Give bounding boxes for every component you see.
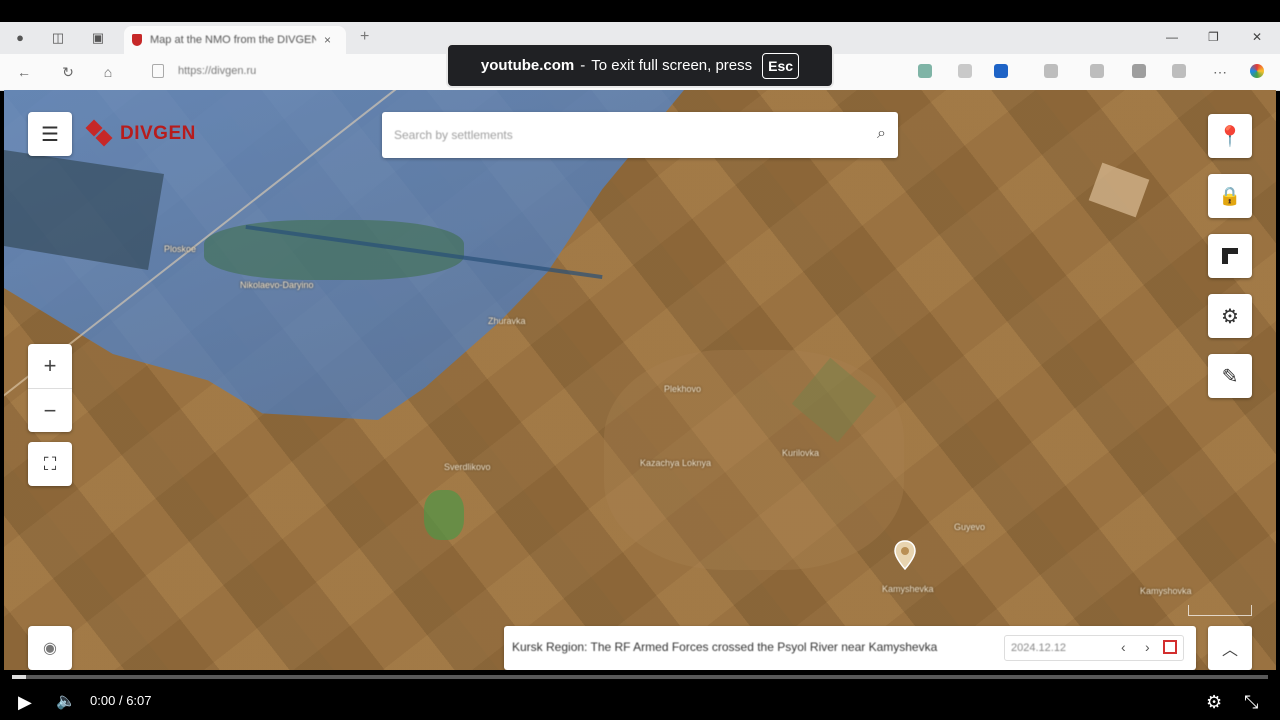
favorite-star-icon[interactable] [994,64,1008,78]
expand-corners-icon: ⛶ [43,453,57,474]
fullscreen-exit-toast: youtube.com - To exit full screen, press… [446,43,834,88]
town-label: Sverdlikovo [444,462,491,472]
new-tab-button[interactable]: + [360,28,369,46]
minimize-button[interactable]: — [1166,30,1178,44]
green-field-patch [424,490,464,540]
settlement-search-box[interactable]: Search by settlements ⌕ [382,112,898,158]
tab-close-button[interactable]: × [324,33,331,47]
time-separator: / [118,693,123,708]
hamburger-icon: ☰ [41,123,59,146]
volume-icon[interactable]: 🔈 [56,692,76,712]
draw-button[interactable]: ✎ [1208,354,1252,398]
time-display: 0:00 / 6:07 [90,693,152,708]
workspaces-icon[interactable]: ◫ [50,30,66,46]
tab-actions-icon[interactable]: ▣ [90,30,106,46]
measure-button[interactable] [1208,234,1252,278]
time-total: 6:07 [126,693,152,708]
town-label: Kurilovka [782,448,820,458]
collections-icon[interactable] [1132,64,1146,78]
toast-domain: youtube.com [480,57,575,74]
town-label: Zhuravka [488,316,526,326]
logo-text: DIVGEN [120,123,196,144]
refresh-icon[interactable]: ↻ [60,64,76,80]
settings-button[interactable]: ⚙ [1208,294,1252,338]
favorites-icon[interactable] [1090,64,1104,78]
town-label: Plekhovo [664,384,702,394]
zoom-control: + − [28,344,72,432]
map-scale-bar [1188,605,1252,616]
calendar-icon[interactable] [1163,640,1177,654]
video-progress-bar[interactable] [12,675,1268,679]
corner-ruler-icon [1222,248,1238,264]
satellite-map[interactable]: Ploskoe Nikolaevo-Daryino Zhuravka Plekh… [4,90,1276,670]
zoom-in-button[interactable]: + [28,344,72,389]
globe-icon: ◉ [43,640,57,657]
fullscreen-map-button[interactable]: ⛶ [28,442,72,486]
settings-gear-icon[interactable]: ⚙ [1206,692,1222,712]
site-favicon-icon [132,34,142,46]
player-controls: ▶ 🔈 0:00 / 6:07 ⚙ ⤡ [0,684,1280,720]
search-icon[interactable]: ⌕ [877,125,886,143]
layers-button[interactable]: ◉ [28,626,72,670]
search-input[interactable]: Search by settlements [394,128,513,142]
lock-button[interactable]: 🔒 [1208,174,1252,218]
map-marker-icon: 📍 [1217,125,1243,148]
more-menu-icon[interactable]: ⋯ [1212,64,1228,80]
next-date-icon[interactable]: › [1145,639,1150,655]
progress-buffer [12,675,26,679]
date-value: 2024.12.12 [1011,642,1067,654]
town-label: Kazachya Loknya [640,458,712,468]
prev-date-icon[interactable]: ‹ [1121,639,1126,655]
toast-separator: - [580,57,586,74]
collapse-panel-button[interactable]: ︿ [1208,626,1252,670]
url-field[interactable]: https://divgen.ru [178,65,256,77]
zoom-out-button[interactable]: − [28,389,72,433]
browser-essentials-icon[interactable] [1172,64,1186,78]
menu-button[interactable]: ☰ [28,112,72,156]
restore-button[interactable]: ❐ [1208,30,1219,44]
time-current: 0:00 [90,693,116,708]
profile-icon[interactable]: ● [12,30,28,46]
browser-tab[interactable]: Map at the NMO from the DIVGEN × [124,26,346,54]
town-label: Ploskoe [164,244,197,254]
pen-icon: ✎ [1221,365,1239,388]
split-screen-icon[interactable] [1044,64,1058,78]
event-caption: Kursk Region: The RF Armed Forces crosse… [512,640,938,654]
bare-field-patch [1088,162,1150,218]
date-picker[interactable]: 2024.12.12 ‹ › [1004,635,1184,661]
location-pin-icon[interactable] [894,540,916,570]
back-arrow-icon[interactable]: ← [16,64,32,80]
gear-icon: ⚙ [1221,305,1239,328]
logo-mark-icon [85,119,114,148]
toast-message: To exit full screen, press [591,57,753,74]
chevron-up-icon: ︿ [1221,642,1238,659]
location-button[interactable]: 📍 [1208,114,1252,158]
divgen-logo: DIVGEN [85,119,196,148]
event-info-bar: Kursk Region: The RF Armed Forces crosse… [504,626,1196,670]
tab-title: Map at the NMO from the DIVGEN [150,34,316,46]
town-label: Guyevo [954,522,986,532]
town-label: Nikolaevo-Daryino [240,280,314,290]
play-button[interactable]: ▶ [18,692,32,712]
town-label: Kamyshovka [1140,586,1192,596]
copilot-icon[interactable] [1250,64,1264,78]
esc-key-badge: Esc [762,52,800,79]
window-close-button[interactable]: ✕ [1252,30,1262,44]
town-label: Kamyshevka [882,584,934,594]
home-icon[interactable]: ⌂ [100,64,116,80]
padlock-icon: 🔒 [1218,185,1242,206]
exit-fullscreen-icon[interactable]: ⤡ [1244,692,1258,712]
extension-icon[interactable] [918,64,932,78]
read-aloud-icon[interactable] [958,64,972,78]
lock-icon [152,64,164,78]
